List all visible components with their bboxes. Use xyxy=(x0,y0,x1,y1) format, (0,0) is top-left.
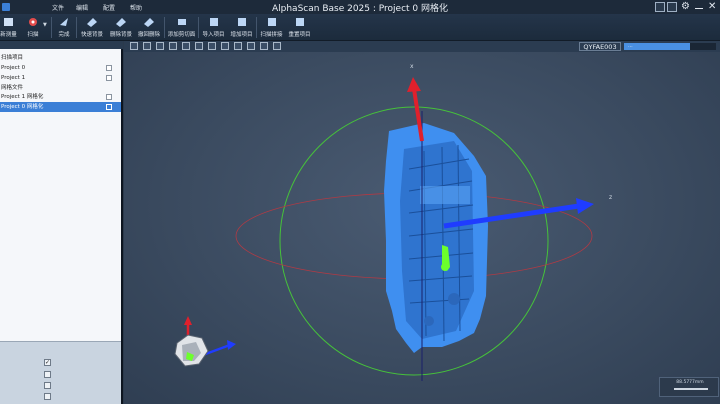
visibility-checkbox[interactable] xyxy=(106,65,112,71)
main-toolbar: 新测量 扫描 ▼ 完成 快速背景 删除背景 撤回删除 添加剪切面 导入项目 增加… xyxy=(0,14,720,41)
axis-x-label: x xyxy=(410,63,414,70)
quick-background-icon xyxy=(87,18,97,27)
3d-viewport[interactable]: QYFAE003 ... x z 88.5777mm xyxy=(124,41,720,404)
window-title: AlphaScan Base 2025 : Project 0 网格化 xyxy=(271,4,448,14)
quick-background-button[interactable]: 快速背景 xyxy=(79,15,105,40)
delete-background-icon xyxy=(116,18,126,27)
add-project-icon xyxy=(237,18,246,26)
scale-indicator: 88.5777mm xyxy=(659,377,719,397)
scale-bar xyxy=(674,388,708,390)
axis-z-label: z xyxy=(609,194,612,201)
panel-header xyxy=(0,41,123,49)
tree-item-project-1[interactable]: Project 1 xyxy=(0,73,121,83)
reset-project-button[interactable]: 重置项目 xyxy=(286,15,313,40)
visibility-checkbox[interactable] xyxy=(106,104,112,110)
import-project-button[interactable]: 导入项目 xyxy=(200,15,227,40)
reset-icon xyxy=(295,18,304,26)
tree-item-project-0-mesh[interactable]: Project 0 网格化 xyxy=(0,102,121,112)
finish-button[interactable]: 完成 xyxy=(55,15,73,40)
add-project-button[interactable]: 增加项目 xyxy=(228,15,255,40)
scene-canvas: x z xyxy=(174,63,612,381)
orientation-cube[interactable] xyxy=(174,316,236,367)
undo-delete-button[interactable]: 撤回删除 xyxy=(136,15,162,40)
option-checkbox-2[interactable] xyxy=(44,371,51,378)
option-checkbox-3[interactable] xyxy=(44,382,51,389)
restore-button[interactable] xyxy=(655,2,665,12)
project-panel: 扫描项目 Project 0 Project 1 网格文件 Project 1 … xyxy=(0,41,123,404)
title-bar: 文件 编辑 配置 帮助 AlphaScan Base 2025 : Projec… xyxy=(0,0,720,14)
tree-item-project-0[interactable]: Project 0 xyxy=(0,63,121,73)
settings-gear-icon[interactable]: ⚙ xyxy=(681,1,690,12)
scan-stitch-button[interactable]: 扫描拼接 xyxy=(258,15,285,40)
delete-background-button[interactable]: 删除背景 xyxy=(108,15,134,40)
undo-delete-icon xyxy=(144,18,154,27)
scanned-mesh[interactable] xyxy=(384,123,488,353)
visibility-checkbox[interactable] xyxy=(106,75,112,81)
close-icon[interactable]: ✕ xyxy=(708,1,716,12)
tree-group-scan-projects[interactable]: 扫描项目 xyxy=(0,53,121,63)
visibility-checkbox[interactable] xyxy=(106,94,112,100)
option-checkbox-1[interactable]: ✓ xyxy=(44,359,51,366)
scan-icon xyxy=(29,18,37,26)
cut-plane-icon xyxy=(177,19,186,25)
minimize-button[interactable] xyxy=(694,2,704,12)
alphascan-window: 文件 编辑 配置 帮助 AlphaScan Base 2025 : Projec… xyxy=(0,0,720,404)
new-measure-button[interactable]: 新测量 xyxy=(0,15,17,40)
import-icon xyxy=(209,18,218,26)
scan-dropdown-icon[interactable]: ▼ xyxy=(43,22,47,28)
add-cut-plane-button[interactable]: 添加剪切面 xyxy=(166,15,197,40)
tree-item-project-1-mesh[interactable]: Project 1 网格化 xyxy=(0,92,121,102)
display-options-panel: ✓ xyxy=(0,341,121,404)
scan-stitch-icon xyxy=(267,18,276,26)
scan-button[interactable]: 扫描 xyxy=(24,15,42,40)
finish-icon xyxy=(60,18,68,26)
option-checkbox-4[interactable] xyxy=(44,393,51,400)
maximize-button[interactable] xyxy=(667,2,677,12)
new-measure-icon xyxy=(3,18,13,26)
